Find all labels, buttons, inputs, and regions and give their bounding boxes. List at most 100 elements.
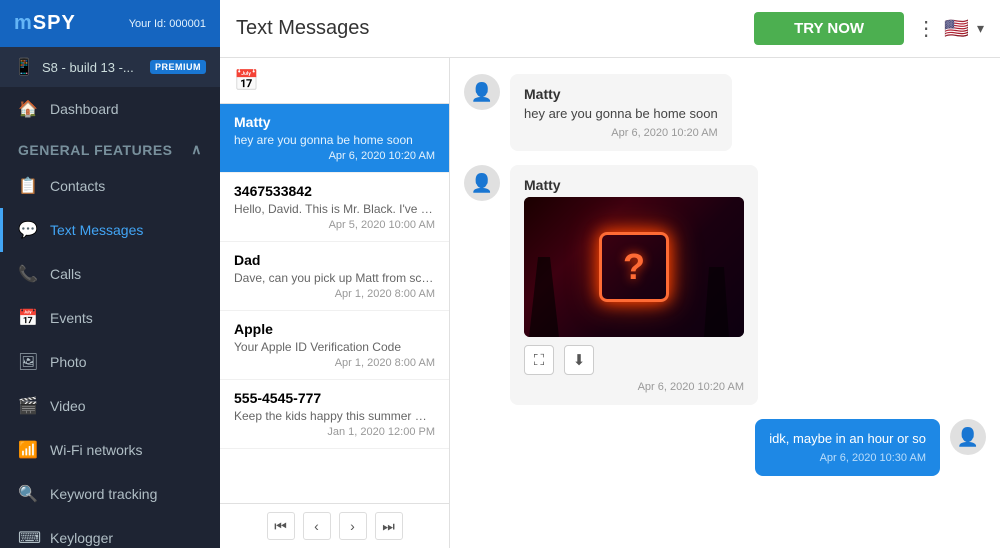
msg-preview: Hello, David. This is Mr. Black. I've no… — [234, 202, 435, 216]
msg-sender: Matty — [234, 114, 435, 130]
wifi-icon: 📶 — [18, 440, 38, 460]
message-list-panel: 📅 Matty hey are you gonna be home soon A… — [220, 58, 450, 548]
sidebar-item-label: Wi-Fi networks — [50, 442, 143, 458]
sidebar-item-calls[interactable]: 📞 Calls — [0, 252, 220, 296]
main: Text Messages TRY NOW ⋮ 🇺🇸 ▾ 📅 Matty hey… — [220, 0, 1000, 548]
sidebar-item-keylogger[interactable]: ⌨ Keylogger — [0, 516, 220, 548]
page-title: Text Messages — [236, 17, 742, 40]
sidebar-item-label: Calls — [50, 266, 81, 282]
first-page-button[interactable]: ⏮ — [267, 512, 295, 540]
calendar-bar: 📅 — [220, 58, 449, 104]
message-list-scroll: Matty hey are you gonna be home soon Apr… — [220, 104, 449, 503]
flag-icon: 🇺🇸 — [944, 16, 969, 41]
logo: mSPY — [14, 12, 76, 35]
bubble-content: Matty hey are you gonna be home soon Apr… — [510, 74, 732, 151]
bubble-time: Apr 6, 2020 10:20 AM — [524, 381, 744, 393]
avatar: 👤 — [950, 419, 986, 455]
nav-scroll: 🏠 Dashboard GENERAL FEATURES ∧ 📋 Contact… — [0, 87, 220, 548]
dashboard-icon: 🏠 — [18, 99, 38, 119]
list-item[interactable]: Dad Dave, can you pick up Matt from scho… — [220, 242, 449, 311]
calls-icon: 📞 — [18, 264, 38, 284]
general-features-header: GENERAL FEATURES ∧ — [0, 131, 220, 164]
more-options-icon[interactable]: ⋮ — [916, 16, 936, 41]
sidebar: mSPY Your Id: 000001 📱 S8 - build 13 -..… — [0, 0, 220, 548]
sidebar-item-text-messages[interactable]: 💬 Text Messages — [0, 208, 220, 252]
sidebar-item-events[interactable]: 📅 Events — [0, 296, 220, 340]
pagination: ⏮ ‹ › ⏭ — [220, 503, 449, 548]
bubble-time: Apr 6, 2020 10:30 AM — [769, 452, 926, 464]
msg-time: Apr 5, 2020 10:00 AM — [234, 219, 435, 231]
sidebar-item-label: Video — [50, 398, 86, 414]
sidebar-item-wifi[interactable]: 📶 Wi-Fi networks — [0, 428, 220, 472]
device-name: S8 - build 13 -... — [42, 60, 142, 75]
sidebar-item-label: Events — [50, 310, 93, 326]
chevron-down-icon[interactable]: ▾ — [977, 20, 984, 37]
video-icon: 🎬 — [18, 396, 38, 416]
bubble-time: Apr 6, 2020 10:20 AM — [524, 127, 718, 139]
msg-time: Apr 1, 2020 8:00 AM — [234, 288, 435, 300]
list-item[interactable]: 3467533842 Hello, David. This is Mr. Bla… — [220, 173, 449, 242]
sidebar-item-label: Contacts — [50, 178, 105, 194]
last-page-button[interactable]: ⏭ — [375, 512, 403, 540]
photo-icon: 🖼 — [18, 352, 38, 372]
message-bubble-wrap: 👤 idk, maybe in an hour or so Apr 6, 202… — [464, 419, 986, 476]
message-bubble-wrap: 👤 Matty ? ⛶ ⬇ — [464, 165, 986, 405]
sidebar-item-contacts[interactable]: 📋 Contacts — [0, 164, 220, 208]
topbar: Text Messages TRY NOW ⋮ 🇺🇸 ▾ — [220, 0, 1000, 58]
keylogger-icon: ⌨ — [18, 528, 38, 548]
sidebar-item-label: Photo — [50, 354, 87, 370]
text-messages-icon: 💬 — [18, 220, 38, 240]
bubble-text: idk, maybe in an hour or so — [769, 431, 926, 446]
msg-preview: hey are you gonna be home soon — [234, 133, 435, 147]
msg-sender: Dad — [234, 252, 435, 268]
bubble-text: hey are you gonna be home soon — [524, 106, 718, 121]
collapse-icon[interactable]: ∧ — [191, 141, 202, 158]
sidebar-item-label: Text Messages — [50, 222, 143, 238]
msg-preview: Dave, can you pick up Matt from schoo... — [234, 271, 435, 285]
sidebar-item-video[interactable]: 🎬 Video — [0, 384, 220, 428]
device-bar: 📱 S8 - build 13 -... PREMIUM — [0, 47, 220, 87]
android-icon: 📱 — [14, 57, 34, 77]
prev-page-button[interactable]: ‹ — [303, 512, 331, 540]
bubble-sender: Matty — [524, 86, 718, 102]
sidebar-item-photo[interactable]: 🖼 Photo — [0, 340, 220, 384]
premium-badge: PREMIUM — [150, 60, 206, 74]
silhouette-right — [704, 267, 729, 337]
sidebar-header: mSPY Your Id: 000001 — [0, 0, 220, 47]
msg-preview: Keep the kids happy this summer with ... — [234, 409, 435, 423]
msg-sender: 555-4545-777 — [234, 390, 435, 406]
list-item[interactable]: Matty hey are you gonna be home soon Apr… — [220, 104, 449, 173]
sidebar-item-label: Keyword tracking — [50, 486, 157, 502]
list-item[interactable]: Apple Your Apple ID Verification Code Ap… — [220, 311, 449, 380]
logo-area: mSPY — [14, 12, 76, 35]
list-item[interactable]: 555-4545-777 Keep the kids happy this su… — [220, 380, 449, 449]
calendar-icon[interactable]: 📅 — [234, 70, 259, 92]
silhouette-left — [529, 257, 559, 337]
msg-sender: 3467533842 — [234, 183, 435, 199]
msg-time: Apr 1, 2020 8:00 AM — [234, 357, 435, 369]
bubble-sender: Matty — [524, 177, 744, 193]
bubble-content: Matty ? ⛶ ⬇ Apr 6, 2020 10:2 — [510, 165, 758, 405]
next-page-button[interactable]: › — [339, 512, 367, 540]
msg-sender: Apple — [234, 321, 435, 337]
sidebar-item-label: Dashboard — [50, 101, 119, 117]
download-button[interactable]: ⬇ — [564, 345, 594, 375]
content-area: 📅 Matty hey are you gonna be home soon A… — [220, 58, 1000, 548]
fullscreen-button[interactable]: ⛶ — [524, 345, 554, 375]
msg-time: Jan 1, 2020 12:00 PM — [234, 426, 435, 438]
conversation-panel: 👤 Matty hey are you gonna be home soon A… — [450, 58, 1000, 548]
message-bubble-wrap: 👤 Matty hey are you gonna be home soon A… — [464, 74, 986, 151]
avatar: 👤 — [464, 74, 500, 110]
topbar-actions: ⋮ 🇺🇸 ▾ — [916, 16, 984, 41]
sidebar-item-keyword-tracking[interactable]: 🔍 Keyword tracking — [0, 472, 220, 516]
question-mark-box: ? — [599, 232, 669, 302]
section-label: GENERAL FEATURES — [18, 142, 173, 158]
try-now-button[interactable]: TRY NOW — [754, 12, 904, 45]
contacts-icon: 📋 — [18, 176, 38, 196]
msg-preview: Your Apple ID Verification Code — [234, 340, 435, 354]
sidebar-item-dashboard[interactable]: 🏠 Dashboard — [0, 87, 220, 131]
image-actions: ⛶ ⬇ — [524, 345, 744, 375]
events-icon: 📅 — [18, 308, 38, 328]
msg-time: Apr 6, 2020 10:20 AM — [234, 150, 435, 162]
message-image: ? — [524, 197, 744, 337]
